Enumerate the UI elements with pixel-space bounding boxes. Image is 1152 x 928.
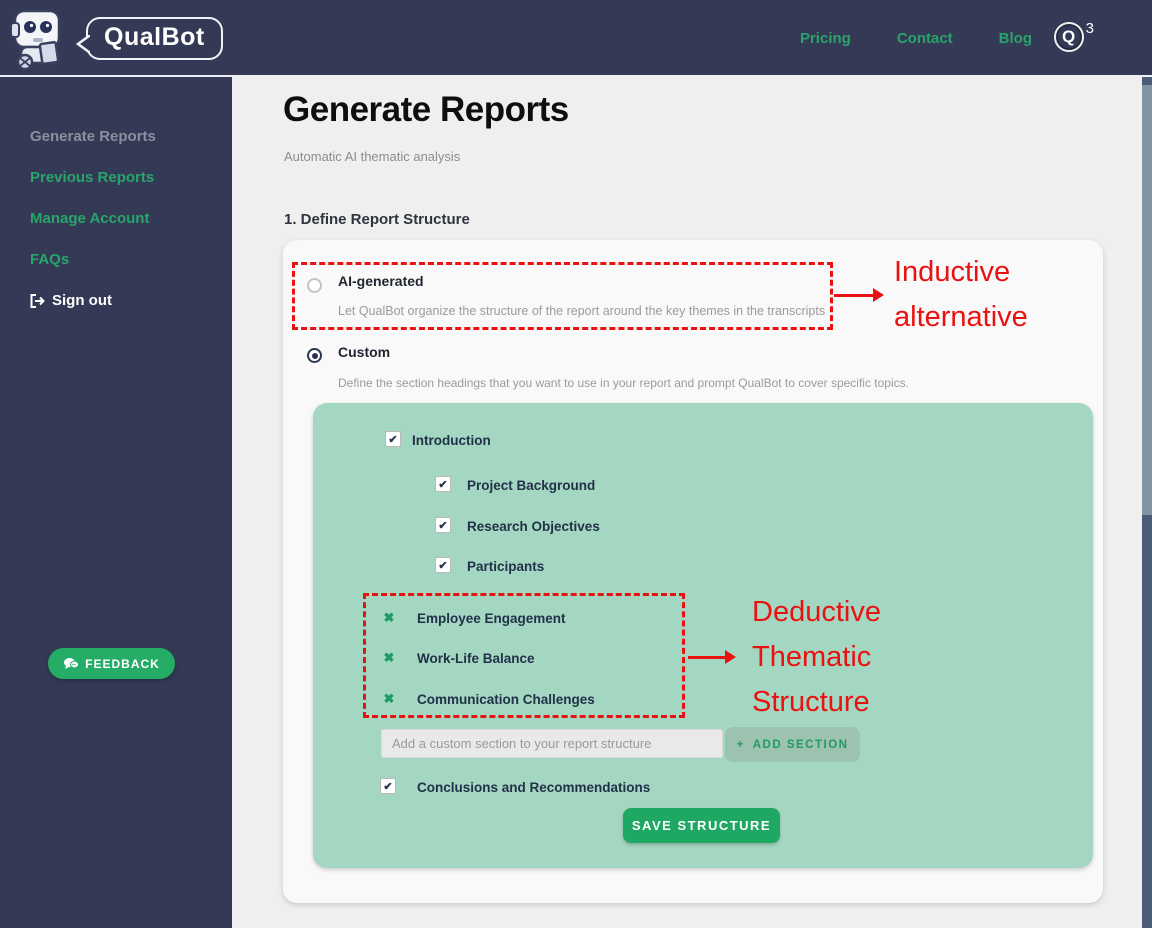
app-window: QualBot Pricing Contact Blog Q 3 Generat…: [0, 0, 1152, 928]
nav-link-pricing[interactable]: Pricing: [800, 30, 851, 47]
nav-link-contact[interactable]: Contact: [897, 30, 953, 47]
radio-ai-generated[interactable]: [307, 278, 322, 293]
q-coin-icon: Q: [1053, 22, 1084, 52]
check-icon: ✔: [383, 780, 393, 793]
plus-icon: +: [736, 738, 745, 751]
radio-custom-description: Define the section headings that you wan…: [338, 376, 909, 390]
credits-badge[interactable]: Q 3: [1053, 20, 1094, 52]
feedback-label: FEEDBACK: [85, 656, 160, 671]
checkbox-participants-label: Participants: [467, 559, 545, 574]
qualbot-robot-icon: [10, 9, 61, 71]
checkbox-project-background[interactable]: ✔: [435, 476, 451, 492]
save-structure-button[interactable]: SAVE STRUCTURE: [623, 808, 780, 843]
annotation-deductive-arrow-icon: [688, 650, 736, 664]
checkbox-conclusions-label: Conclusions and Recommendations: [417, 780, 651, 795]
speech-bubble-tail-icon: [76, 34, 90, 53]
checkbox-research-objectives-label: Research Objectives: [467, 519, 600, 534]
x-icon: ✖: [383, 610, 395, 625]
add-section-label: ADD SECTION: [752, 738, 849, 751]
remove-section-icon[interactable]: ✖: [381, 650, 397, 666]
custom-section-communication-challenges: Communication Challenges: [417, 692, 595, 707]
checkbox-introduction-label: Introduction: [412, 433, 491, 448]
page-subtitle: Automatic AI thematic analysis: [284, 149, 461, 164]
credits-count: 3: [1085, 20, 1094, 37]
brand-speech-bubble: QualBot: [76, 16, 223, 60]
remove-section-icon[interactable]: ✖: [381, 691, 397, 707]
nav-link-blog[interactable]: Blog: [999, 30, 1032, 47]
check-icon: ✔: [438, 478, 448, 491]
custom-structure-panel: ✔ Introduction ✔ Project Background ✔ Re…: [313, 403, 1093, 868]
scrollbar-thumb[interactable]: [1142, 85, 1152, 515]
brand[interactable]: QualBot: [8, 5, 223, 71]
annotation-inductive-arrow-icon: [834, 288, 884, 302]
radio-ai-generated-label: AI-generated: [338, 273, 424, 289]
radio-custom-label: Custom: [338, 344, 391, 360]
remove-section-icon[interactable]: ✖: [381, 610, 397, 626]
annotation-inductive-label: Inductive alternative: [894, 256, 1028, 333]
x-icon: ✖: [383, 650, 395, 665]
checkbox-project-background-label: Project Background: [467, 478, 596, 493]
checkbox-conclusions[interactable]: ✔: [380, 778, 396, 794]
section-heading: 1. Define Report Structure: [284, 211, 470, 228]
add-section-input[interactable]: [381, 729, 723, 758]
save-structure-label: SAVE STRUCTURE: [631, 818, 772, 833]
x-icon: ✖: [383, 691, 395, 706]
checkbox-research-objectives[interactable]: ✔: [435, 517, 451, 533]
vertical-scrollbar[interactable]: [1142, 77, 1152, 928]
sidebar-item-manage-account[interactable]: Manage Account: [30, 210, 149, 227]
custom-section-employee-engagement: Employee Engagement: [417, 611, 566, 626]
feedback-chat-icon: [64, 658, 80, 669]
sidebar: Generate Reports Previous Reports Manage…: [0, 77, 232, 928]
sign-out-label: Sign out: [52, 292, 112, 309]
radio-ai-generated-description: Let QualBot organize the structure of th…: [338, 304, 826, 318]
brand-name: QualBot: [104, 22, 205, 51]
check-icon: ✔: [388, 433, 398, 446]
check-icon: ✔: [438, 519, 448, 532]
checkbox-introduction[interactable]: ✔: [385, 431, 401, 447]
sign-out-icon: [30, 293, 45, 308]
checkbox-participants[interactable]: ✔: [435, 557, 451, 573]
custom-section-work-life-balance: Work-Life Balance: [417, 651, 535, 666]
annotation-deductive-label: Deductive Thematic Structure: [752, 596, 881, 718]
sidebar-item-generate-reports[interactable]: Generate Reports: [30, 128, 156, 145]
check-icon: ✔: [438, 559, 448, 572]
sidebar-item-sign-out[interactable]: Sign out: [30, 292, 112, 309]
page-title: Generate Reports: [283, 90, 569, 129]
add-section-button[interactable]: + ADD SECTION: [725, 727, 860, 762]
radio-custom[interactable]: [307, 348, 322, 363]
sidebar-item-previous-reports[interactable]: Previous Reports: [30, 169, 154, 186]
navbar-links: Pricing Contact Blog: [800, 0, 1032, 77]
sidebar-item-faqs[interactable]: FAQs: [30, 251, 69, 268]
top-navbar: QualBot Pricing Contact Blog Q 3: [0, 0, 1152, 77]
feedback-button[interactable]: FEEDBACK: [48, 648, 175, 679]
